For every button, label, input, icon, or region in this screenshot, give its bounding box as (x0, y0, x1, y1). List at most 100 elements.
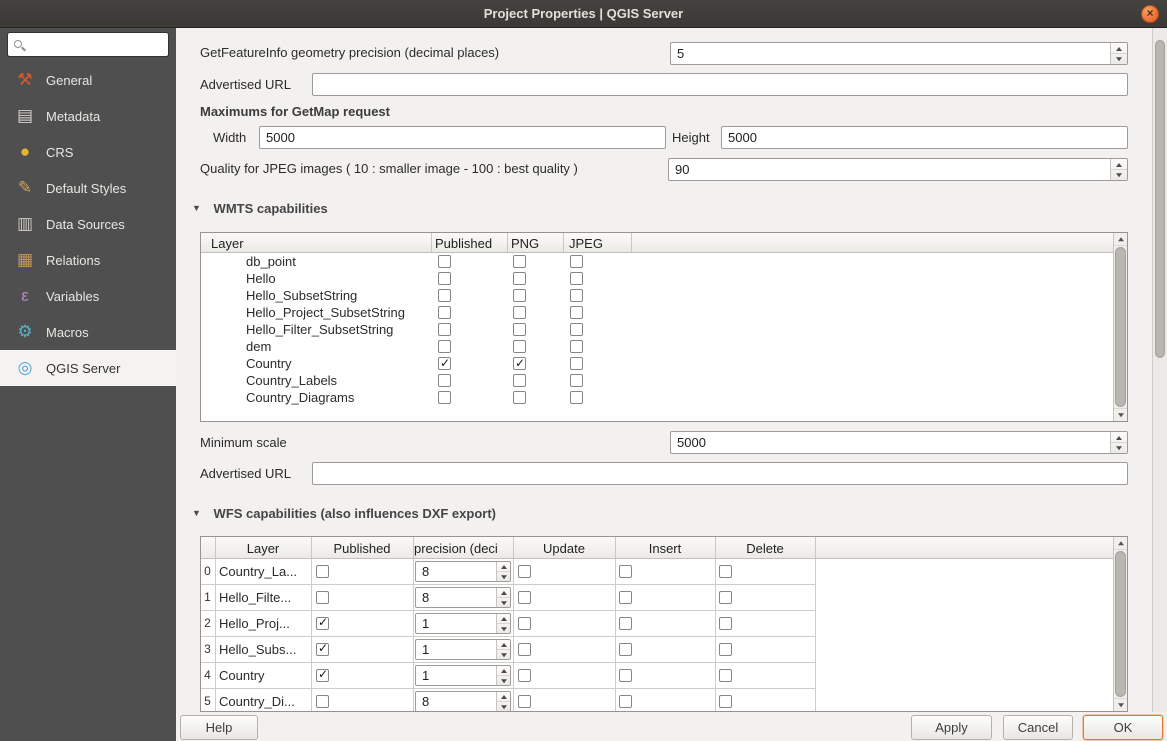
spinner-buttons-icon[interactable] (496, 614, 510, 633)
sidebar-item-macros[interactable]: ⚙ Macros (0, 314, 176, 350)
png-checkbox[interactable] (513, 374, 526, 387)
published-checkbox[interactable] (438, 340, 451, 353)
table-row[interactable]: Hello (201, 270, 1127, 287)
delete-checkbox[interactable] (719, 565, 732, 578)
jpeg-checkbox[interactable] (570, 357, 583, 370)
sidebar-item-general[interactable]: ⚒ General (0, 62, 176, 98)
table-row[interactable]: Hello_SubsetString (201, 287, 1127, 304)
sidebar-item-relations[interactable]: ▦ Relations (0, 242, 176, 278)
delete-checkbox[interactable] (719, 643, 732, 656)
insert-checkbox[interactable] (619, 565, 632, 578)
wmts-advertised-url-input[interactable] (312, 462, 1128, 485)
published-checkbox[interactable] (438, 374, 451, 387)
precision-spinbox[interactable]: 1 (415, 665, 511, 686)
table-row[interactable]: 0 Country_La... 8 (201, 559, 1127, 585)
wmts-section-header[interactable]: ▼ WMTS capabilities (192, 201, 328, 216)
table-row[interactable]: Hello_Project_SubsetString (201, 304, 1127, 321)
published-checkbox[interactable] (316, 617, 329, 630)
png-checkbox[interactable] (513, 323, 526, 336)
scrollbar-thumb[interactable] (1155, 40, 1165, 358)
width-input[interactable]: 5000 (259, 126, 666, 149)
precision-spinbox[interactable]: 8 (415, 587, 511, 608)
update-checkbox[interactable] (518, 565, 531, 578)
precision-spinbox[interactable]: 1 (415, 639, 511, 660)
png-checkbox[interactable] (513, 357, 526, 370)
published-checkbox[interactable] (316, 643, 329, 656)
minimum-scale-spinbox[interactable]: 5000 (670, 431, 1128, 454)
spinner-buttons-icon[interactable] (496, 640, 510, 659)
table-row[interactable]: 4 Country 1 (201, 663, 1127, 689)
table-row[interactable]: Country_Diagrams (201, 389, 1127, 406)
sidebar-item-crs[interactable]: ● CRS (0, 134, 176, 170)
spinner-buttons-icon[interactable] (496, 588, 510, 607)
sidebar-item-default-styles[interactable]: ✎ Default Styles (0, 170, 176, 206)
update-checkbox[interactable] (518, 643, 531, 656)
precision-spinbox[interactable]: 8 (415, 561, 511, 582)
jpeg-checkbox[interactable] (570, 255, 583, 268)
published-checkbox[interactable] (438, 306, 451, 319)
jpeg-checkbox[interactable] (570, 289, 583, 302)
sidebar-item-qgis-server[interactable]: ◎ QGIS Server (0, 350, 176, 386)
published-checkbox[interactable] (438, 272, 451, 285)
collapse-triangle-icon[interactable]: ▼ (192, 508, 201, 518)
main-scrollbar[interactable] (1152, 28, 1167, 712)
jpeg-checkbox[interactable] (570, 323, 583, 336)
published-checkbox[interactable] (438, 255, 451, 268)
insert-checkbox[interactable] (619, 591, 632, 604)
jpeg-quality-spinbox[interactable]: 90 (668, 158, 1128, 181)
table-row[interactable]: 2 Hello_Proj... 1 (201, 611, 1127, 637)
delete-checkbox[interactable] (719, 695, 732, 708)
ok-button[interactable]: OK (1083, 715, 1163, 740)
jpeg-checkbox[interactable] (570, 272, 583, 285)
update-checkbox[interactable] (518, 695, 531, 708)
update-checkbox[interactable] (518, 617, 531, 630)
published-checkbox[interactable] (438, 391, 451, 404)
png-checkbox[interactable] (513, 391, 526, 404)
jpeg-checkbox[interactable] (570, 306, 583, 319)
insert-checkbox[interactable] (619, 669, 632, 682)
spinner-buttons-icon[interactable] (496, 692, 510, 711)
cancel-button[interactable]: Cancel (1003, 715, 1073, 740)
wmts-table-scrollbar[interactable] (1113, 233, 1127, 421)
table-row[interactable]: Hello_Filter_SubsetString (201, 321, 1127, 338)
table-row[interactable]: 3 Hello_Subs... 1 (201, 637, 1127, 663)
jpeg-checkbox[interactable] (570, 391, 583, 404)
close-icon[interactable]: × (1141, 5, 1159, 23)
delete-checkbox[interactable] (719, 591, 732, 604)
png-checkbox[interactable] (513, 272, 526, 285)
png-checkbox[interactable] (513, 255, 526, 268)
wfs-table-scrollbar[interactable] (1113, 537, 1127, 711)
wfs-section-header[interactable]: ▼ WFS capabilities (also influences DXF … (192, 506, 496, 521)
advertised-url-input[interactable] (312, 73, 1128, 96)
published-checkbox[interactable] (316, 695, 329, 708)
update-checkbox[interactable] (518, 669, 531, 682)
table-row[interactable]: Country (201, 355, 1127, 372)
sidebar-item-metadata[interactable]: ▤ Metadata (0, 98, 176, 134)
scroll-up-icon[interactable] (1114, 233, 1127, 246)
insert-checkbox[interactable] (619, 617, 632, 630)
scrollbar-thumb[interactable] (1115, 551, 1126, 697)
spinner-buttons-icon[interactable] (496, 666, 510, 685)
jpeg-checkbox[interactable] (570, 374, 583, 387)
published-checkbox[interactable] (438, 323, 451, 336)
table-row[interactable]: 1 Hello_Filte... 8 (201, 585, 1127, 611)
insert-checkbox[interactable] (619, 643, 632, 656)
published-checkbox[interactable] (316, 565, 329, 578)
spinner-buttons-icon[interactable] (1110, 159, 1127, 180)
delete-checkbox[interactable] (719, 617, 732, 630)
table-row[interactable]: Country_Labels (201, 372, 1127, 389)
delete-checkbox[interactable] (719, 669, 732, 682)
table-row[interactable]: db_point (201, 253, 1127, 270)
published-checkbox[interactable] (316, 669, 329, 682)
spinner-buttons-icon[interactable] (1110, 432, 1127, 453)
help-button[interactable]: Help (180, 715, 258, 740)
insert-checkbox[interactable] (619, 695, 632, 708)
collapse-triangle-icon[interactable]: ▼ (192, 203, 201, 213)
png-checkbox[interactable] (513, 306, 526, 319)
png-checkbox[interactable] (513, 289, 526, 302)
sidebar-item-data-sources[interactable]: ▥ Data Sources (0, 206, 176, 242)
published-checkbox[interactable] (438, 357, 451, 370)
published-checkbox[interactable] (438, 289, 451, 302)
published-checkbox[interactable] (316, 591, 329, 604)
sidebar-item-variables[interactable]: ε Variables (0, 278, 176, 314)
